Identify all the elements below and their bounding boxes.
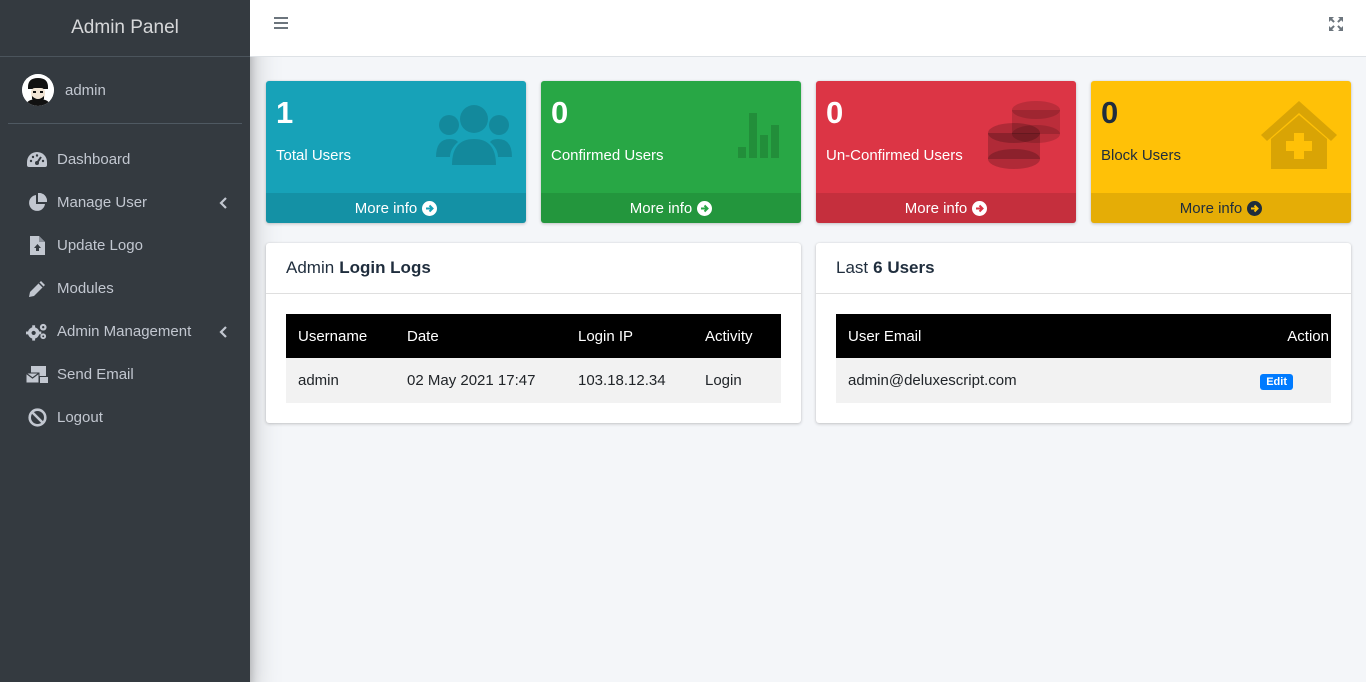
table-row: admin@deluxescript.com Edit bbox=[836, 358, 1331, 403]
last-users-table: User Email Action admin@deluxescript.com… bbox=[836, 314, 1331, 403]
sidebar-item-modules[interactable]: Modules bbox=[8, 267, 242, 310]
card-title-prefix: Last bbox=[836, 258, 869, 277]
more-info-link[interactable]: More info bbox=[541, 193, 801, 223]
stat-value: 1 bbox=[276, 95, 294, 130]
login-logs-card: Admin Login Logs Username Date Login IP … bbox=[266, 243, 801, 423]
arrow-circle-right-icon bbox=[422, 200, 438, 216]
arrow-circle-right-icon bbox=[972, 200, 988, 216]
pencil-icon bbox=[26, 279, 48, 299]
login-logs-table: Username Date Login IP Activity admin 02… bbox=[286, 314, 781, 403]
sidebar-item-label: Manage User bbox=[57, 194, 148, 211]
more-info-label: More info bbox=[354, 199, 418, 217]
card-title-bold: Login Logs bbox=[339, 258, 431, 277]
mail-bulk-icon bbox=[26, 365, 48, 385]
avatar[interactable] bbox=[22, 74, 54, 106]
sidebar: Admin Panel admin Dashboard Manage User … bbox=[0, 0, 250, 682]
stat-box-unconfirmed-users: 0 Un-Confirmed Users More info bbox=[816, 81, 1076, 223]
user-panel: admin bbox=[8, 57, 242, 124]
user-name[interactable]: admin bbox=[65, 82, 106, 99]
sidebar-item-logout[interactable]: Logout bbox=[8, 396, 242, 439]
column-header: User Email bbox=[848, 327, 922, 345]
users-icon bbox=[436, 99, 512, 169]
sidebar-item-label: Send Email bbox=[57, 366, 134, 383]
chevron-left-icon bbox=[219, 196, 227, 213]
more-info-link[interactable]: More info bbox=[816, 193, 1076, 223]
sidebar-item-dashboard[interactable]: Dashboard bbox=[8, 138, 242, 181]
stat-value: 0 bbox=[551, 95, 569, 130]
column-header: Date bbox=[407, 327, 439, 345]
more-info-link[interactable]: More info bbox=[266, 193, 526, 223]
top-navbar bbox=[250, 0, 1366, 57]
pie-chart-icon bbox=[26, 192, 48, 213]
stat-label: Total Users bbox=[276, 147, 352, 164]
arrow-circle-right-icon bbox=[1247, 200, 1263, 216]
table-cell: 103.18.12.34 bbox=[578, 372, 666, 389]
sidebar-item-label: Modules bbox=[57, 280, 114, 297]
fullscreen-icon[interactable] bbox=[1328, 16, 1344, 32]
card-title-prefix: Admin bbox=[286, 258, 335, 277]
menu-toggle-icon[interactable] bbox=[274, 17, 288, 31]
more-info-link[interactable]: More info bbox=[1091, 193, 1351, 223]
sidebar-item-admin-management[interactable]: Admin Management bbox=[8, 310, 242, 353]
stat-box-confirmed-users: 0 Confirmed Users More info bbox=[541, 81, 801, 223]
more-info-label: More info bbox=[629, 199, 693, 217]
stat-label: Un-Confirmed Users bbox=[826, 147, 963, 164]
arrow-circle-right-icon bbox=[697, 200, 713, 216]
sidebar-item-label: Admin Management bbox=[57, 323, 192, 340]
stat-box-total-users: 1 Total Users More info bbox=[266, 81, 526, 223]
brand-title[interactable]: Admin Panel bbox=[0, 0, 250, 57]
sidebar-item-label: Logout bbox=[57, 409, 103, 426]
sidebar-item-send-email[interactable]: Send Email bbox=[8, 353, 242, 396]
card-title-bold: 6 Users bbox=[873, 258, 935, 277]
stat-label: Confirmed Users bbox=[551, 147, 664, 164]
sidebar-item-manage-user[interactable]: Manage User bbox=[8, 181, 242, 224]
clinic-house-icon bbox=[1261, 99, 1337, 169]
table-row: admin 02 May 2021 17:47 103.18.12.34 Log… bbox=[286, 358, 781, 403]
coins-icon bbox=[986, 99, 1062, 169]
sidebar-nav: Dashboard Manage User Update Logo Module… bbox=[0, 138, 250, 439]
sidebar-item-update-logo[interactable]: Update Logo bbox=[8, 224, 242, 267]
tachometer-icon bbox=[26, 150, 48, 170]
column-header: Activity bbox=[705, 327, 753, 345]
card-body: User Email Action admin@deluxescript.com… bbox=[816, 294, 1351, 423]
card-body: Username Date Login IP Activity admin 02… bbox=[266, 294, 801, 423]
stat-label: Block Users bbox=[1101, 147, 1182, 164]
stat-box-block-users: 0 Block Users More info bbox=[1091, 81, 1351, 223]
more-info-label: More info bbox=[904, 199, 968, 217]
sidebar-item-label: Update Logo bbox=[57, 237, 143, 254]
table-header-row: Username Date Login IP Activity bbox=[286, 314, 781, 358]
sidebar-item-label: Dashboard bbox=[57, 151, 131, 168]
chevron-left-icon bbox=[219, 325, 227, 342]
edit-button[interactable]: Edit bbox=[1260, 373, 1293, 390]
table-cell: admin bbox=[298, 372, 339, 389]
file-upload-icon bbox=[26, 236, 48, 256]
column-header: Login IP bbox=[578, 327, 634, 345]
action-cell: Edit bbox=[1175, 358, 1331, 403]
stat-value: 0 bbox=[1101, 95, 1119, 130]
stat-value: 0 bbox=[826, 95, 844, 130]
column-header: Action bbox=[1287, 327, 1329, 345]
table-cell: 02 May 2021 17:47 bbox=[407, 372, 536, 389]
column-header: Username bbox=[298, 327, 368, 345]
card-title: Last 6 Users bbox=[816, 243, 1351, 294]
cogs-icon bbox=[26, 322, 48, 342]
ban-icon bbox=[26, 408, 48, 428]
card-title: Admin Login Logs bbox=[266, 243, 801, 294]
user-email-cell: admin@deluxescript.com bbox=[848, 372, 1017, 389]
more-info-label: More info bbox=[1179, 199, 1243, 217]
last-users-card: Last 6 Users User Email Action admin@del… bbox=[816, 243, 1351, 423]
table-header-row: User Email Action bbox=[836, 314, 1331, 358]
table-cell: Login bbox=[705, 372, 742, 389]
bar-chart-icon bbox=[711, 99, 787, 169]
